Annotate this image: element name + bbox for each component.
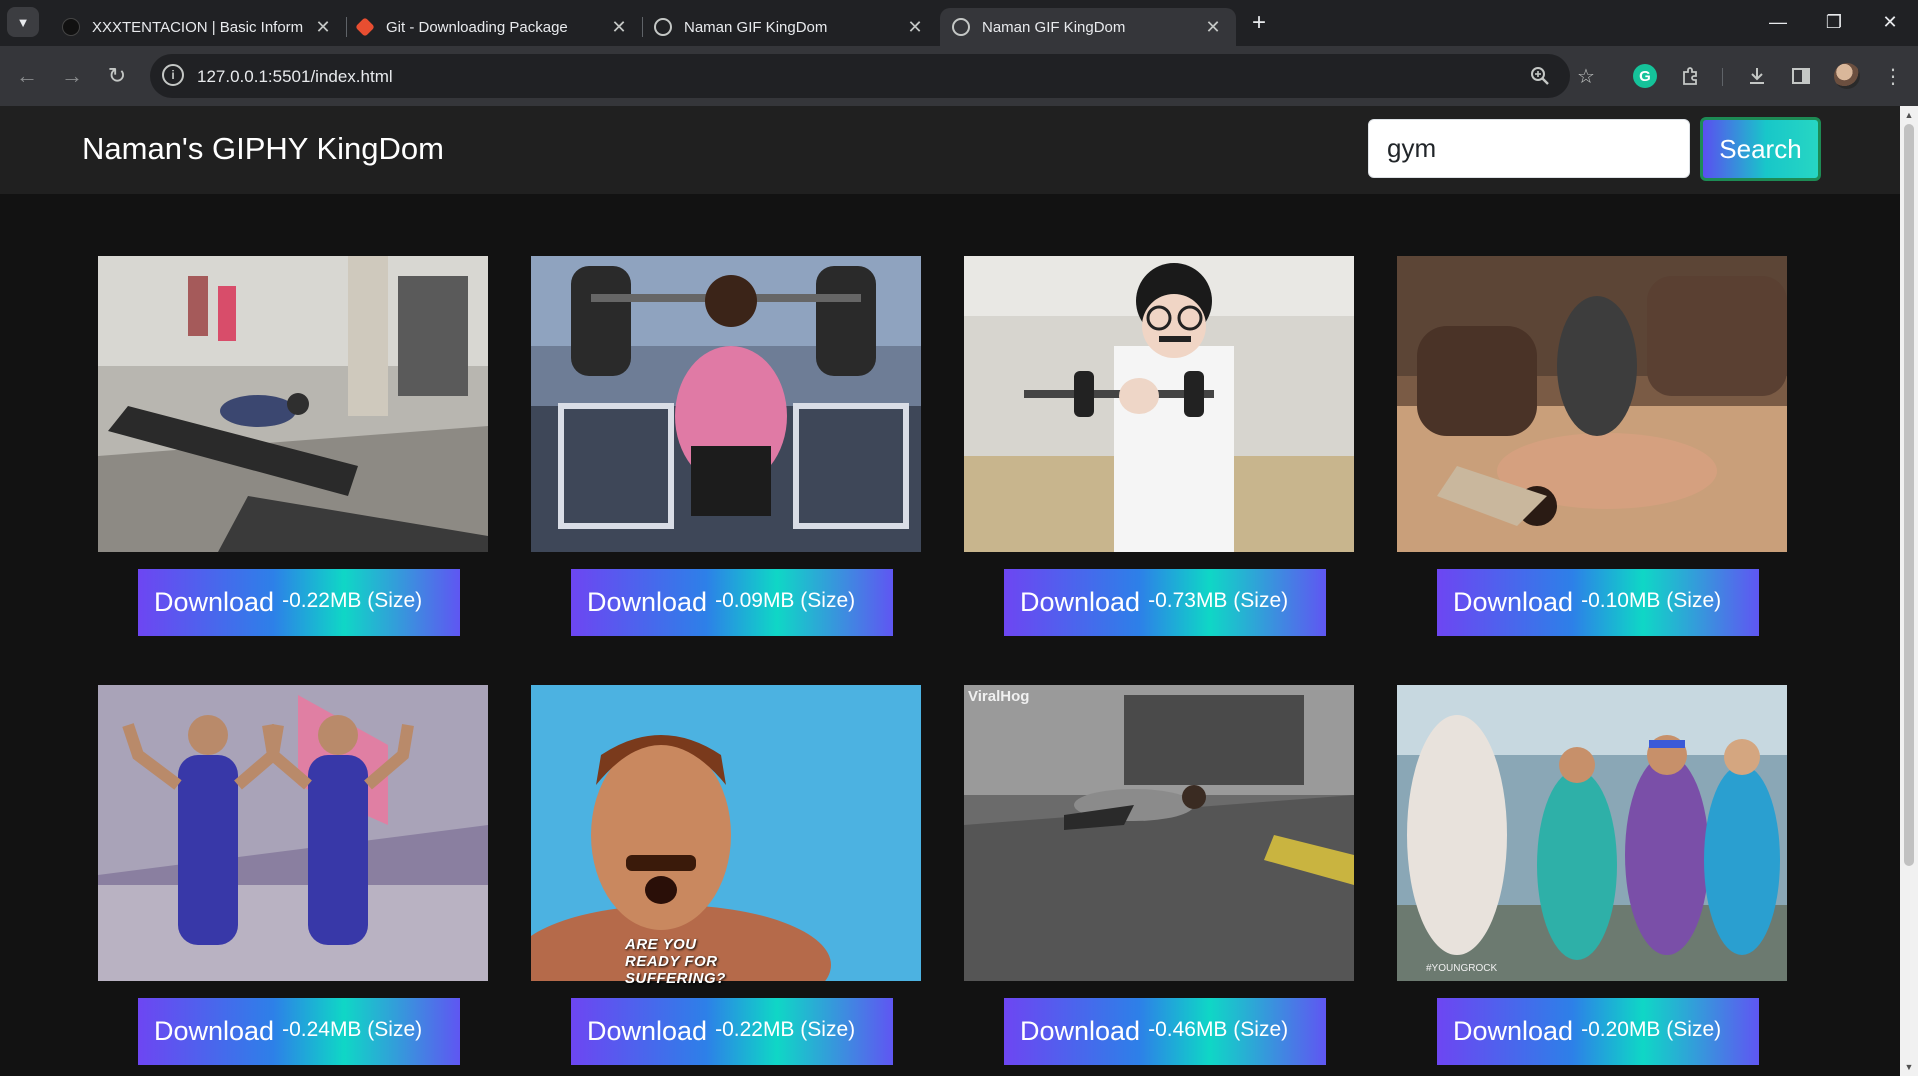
download-icon (1750, 68, 1764, 84)
tab-naman-gif-1[interactable]: Naman GIF KingDom ✕ (642, 8, 938, 46)
file-size-text: -0.73MB (Size) (1148, 588, 1289, 612)
download-label: Download (154, 587, 275, 617)
download-button[interactable]: Download -0.24MB (Size) (138, 998, 460, 1065)
zoom-icon[interactable] (1528, 64, 1552, 88)
site-info-icon[interactable]: i (162, 64, 184, 86)
navbar: Naman's GIPHY KingDom Search (0, 106, 1900, 194)
side-panel-icon (1792, 68, 1810, 84)
gif-image[interactable] (1397, 256, 1787, 552)
browser-toolbar: ← → ↻ i 127.0.0.1:5501/index.html ☆ G ⋮ (0, 46, 1918, 106)
tab-title: Git - Downloading Package (386, 18, 568, 36)
back-button[interactable]: ← (10, 59, 44, 93)
minimize-button[interactable]: — (1750, 0, 1806, 44)
reload-button[interactable]: ↻ (100, 59, 134, 93)
file-size-text: -0.46MB (Size) (1148, 1017, 1289, 1041)
browser-menu-button[interactable]: ⋮ (1876, 59, 1910, 93)
gif-image[interactable] (964, 256, 1354, 552)
download-button[interactable]: Download -0.22MB (Size) (571, 998, 893, 1065)
download-label: Download (154, 1016, 275, 1046)
download-button[interactable]: Download -0.10MB (Size) (1437, 569, 1759, 636)
gif-image[interactable] (98, 685, 488, 981)
avatar (1834, 63, 1860, 89)
tab-xxxtentacion[interactable]: XXXTENTACION | Basic Inform ✕ (50, 8, 346, 46)
site-dark-icon (62, 18, 80, 36)
close-icon: ✕ (1882, 11, 1898, 32)
scrollbar-thumb[interactable] (1904, 124, 1914, 866)
search-input[interactable] (1368, 119, 1690, 178)
toolbar-divider (1722, 68, 1723, 86)
download-button[interactable]: Download -0.20MB (Size) (1437, 998, 1759, 1065)
close-tab-icon[interactable]: ✕ (312, 17, 334, 38)
puzzle-icon (1683, 67, 1697, 85)
downloads-button[interactable] (1740, 59, 1774, 93)
browser-tab-bar: ▼ XXXTENTACION | Basic Inform ✕ Git - Do… (0, 0, 1918, 46)
more-vertical-icon: ⋮ (1883, 65, 1903, 88)
chevron-down-icon: ▼ (16, 14, 30, 30)
grammarly-icon: G (1633, 64, 1657, 88)
gif-caption: ARE YOU READY FOR SUFFERING? (625, 936, 726, 987)
close-tab-icon[interactable]: ✕ (904, 17, 926, 38)
tab-naman-gif-active[interactable]: Naman GIF KingDom ✕ (940, 8, 1236, 46)
extensions-button[interactable] (1674, 59, 1708, 93)
tab-title: Naman GIF KingDom (982, 18, 1126, 36)
reload-icon: ↻ (107, 63, 127, 88)
download-button[interactable]: Download -0.22MB (Size) (138, 569, 460, 636)
watermark-text: #YOUNGROCK (1426, 963, 1498, 974)
download-label: Download (1453, 1016, 1574, 1046)
gif-image[interactable] (964, 685, 1354, 981)
close-window-button[interactable]: ✕ (1862, 0, 1918, 44)
scroll-down-arrow-icon[interactable]: ▼ (1900, 1058, 1918, 1076)
new-tab-button[interactable]: + (1244, 8, 1274, 38)
watermark-text: ViralHog (968, 688, 1030, 705)
close-tab-icon[interactable]: ✕ (608, 17, 630, 38)
page-viewport: Naman's GIPHY KingDom Search Download (0, 106, 1900, 1076)
address-bar[interactable]: i 127.0.0.1:5501/index.html ☆ (150, 54, 1595, 98)
plus-icon: + (1251, 9, 1266, 36)
scroll-up-arrow-icon[interactable]: ▲ (1900, 106, 1918, 124)
tab-title: Naman GIF KingDom (684, 18, 828, 36)
globe-icon (952, 18, 970, 36)
gif-image[interactable] (1397, 685, 1787, 981)
search-button[interactable]: Search (1700, 117, 1821, 181)
file-size-text: -0.20MB (Size) (1581, 1017, 1722, 1041)
tab-title: XXXTENTACION | Basic Inform (92, 18, 304, 36)
git-icon (355, 17, 375, 37)
download-button[interactable]: Download -0.09MB (Size) (571, 569, 893, 636)
tab-git-downloading[interactable]: Git - Downloading Package ✕ (346, 8, 642, 46)
gif-image[interactable] (531, 256, 921, 552)
download-label: Download (587, 587, 708, 617)
download-button[interactable]: Download -0.46MB (Size) (1004, 998, 1326, 1065)
file-size-text: -0.22MB (Size) (282, 588, 423, 612)
download-label: Download (1453, 587, 1574, 617)
brand-title[interactable]: Naman's GIPHY KingDom (82, 131, 444, 167)
gif-image[interactable] (98, 256, 488, 552)
forward-button[interactable]: → (55, 59, 89, 93)
arrow-right-icon: → (61, 63, 83, 88)
gif-image[interactable] (531, 685, 921, 981)
page-scrollbar[interactable]: ▲ ▼ (1900, 106, 1918, 1076)
file-size-text: -0.24MB (Size) (282, 1017, 423, 1041)
close-tab-icon[interactable]: ✕ (1202, 17, 1224, 38)
file-size-text: -0.09MB (Size) (715, 588, 856, 612)
download-button[interactable]: Download -0.73MB (Size) (1004, 569, 1326, 636)
url-text[interactable]: 127.0.0.1:5501/index.html (197, 67, 393, 87)
download-label: Download (1020, 1016, 1141, 1046)
grammarly-extension-button[interactable]: G (1628, 59, 1662, 93)
download-label: Download (1020, 587, 1141, 617)
minimize-icon: — (1769, 11, 1787, 32)
file-size-text: -0.22MB (Size) (715, 1017, 856, 1041)
globe-icon (654, 18, 672, 36)
bookmark-star-icon[interactable]: ☆ (1574, 64, 1598, 88)
tab-search-menu-button[interactable]: ▼ (7, 7, 39, 37)
file-size-text: -0.10MB (Size) (1581, 588, 1722, 612)
arrow-left-icon: ← (16, 63, 38, 88)
side-panel-button[interactable] (1784, 59, 1818, 93)
restore-button[interactable]: ❐ (1806, 0, 1862, 44)
profile-button[interactable] (1830, 59, 1864, 93)
restore-icon: ❐ (1825, 11, 1843, 32)
download-label: Download (587, 1016, 708, 1046)
